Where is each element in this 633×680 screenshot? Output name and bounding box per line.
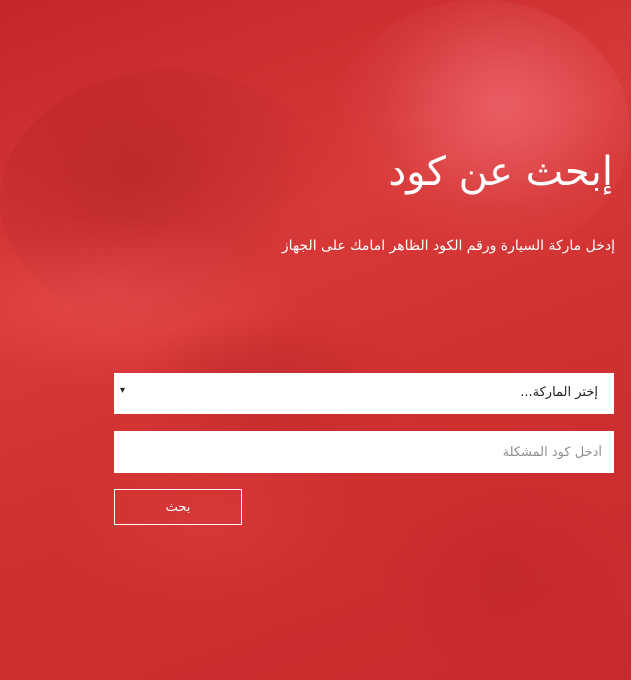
hero-section: إبحث عن كود إدخل ماركة السيارة ورقم الكو… bbox=[0, 0, 633, 680]
background-shape bbox=[330, 0, 630, 260]
chevron-down-icon: ▾ bbox=[120, 385, 126, 396]
brand-select[interactable]: إختر الماركة... ▾ bbox=[114, 373, 614, 414]
brand-select-value: إختر الماركة... bbox=[520, 385, 598, 400]
error-code-input[interactable] bbox=[114, 431, 614, 473]
page-title: إبحث عن كود bbox=[388, 149, 613, 195]
background-shape bbox=[380, 470, 630, 680]
background-shape bbox=[0, 70, 340, 330]
page-subtitle: إدخل ماركة السيارة ورقم الكود الظاهر اما… bbox=[281, 238, 615, 254]
search-button[interactable]: بحث bbox=[114, 489, 242, 525]
